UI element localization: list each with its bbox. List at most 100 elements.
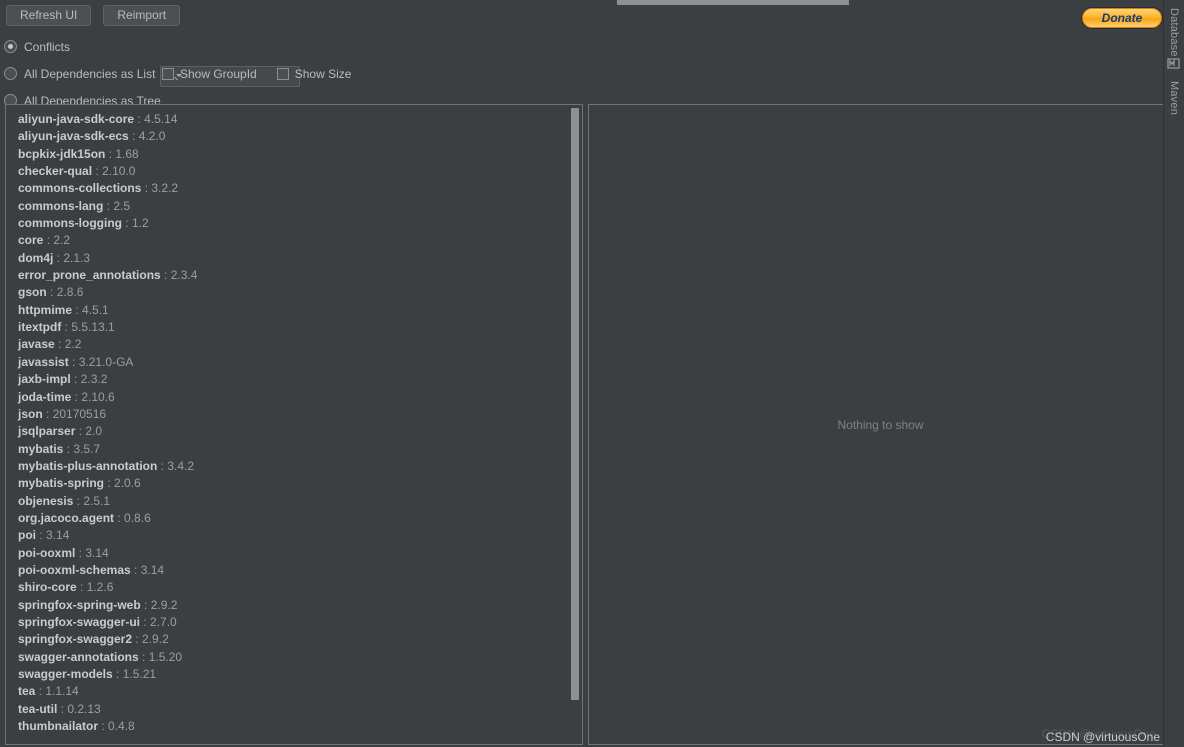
empty-state-message: Nothing to show	[837, 417, 924, 432]
refresh-ui-button[interactable]: Refresh UI	[6, 5, 92, 26]
dependency-list-item[interactable]: tea : 1.1.14	[18, 683, 570, 700]
dependency-list-item[interactable]: aliyun-java-sdk-core : 4.5.14	[18, 111, 570, 128]
dependency-list-item[interactable]: poi : 3.14	[18, 527, 570, 544]
checkbox-show-size[interactable]: Show Size	[276, 66, 352, 81]
dependency-list-item[interactable]: swagger-models : 1.5.21	[18, 666, 570, 683]
dependency-artifact-id: poi	[18, 528, 36, 543]
content-panes: aliyun-java-sdk-core : 4.5.14 aliyun-java…	[5, 104, 1173, 745]
toolbar-button-row: Refresh UI Reimport	[6, 5, 181, 26]
dependency-list-item[interactable]: dom4j : 2.1.3	[18, 250, 570, 267]
dependency-version: 2.3.2	[80, 372, 108, 387]
dependency-list-item[interactable]: json : 20170516	[18, 406, 570, 423]
dependency-artifact-id: commons-collections	[18, 181, 142, 196]
dependency-list-item[interactable]: objenesis : 2.5.1	[18, 493, 570, 510]
dependency-artifact-id: swagger-models	[18, 667, 113, 681]
dependency-list-item[interactable]: shiro-core : 1.2.6	[18, 579, 570, 596]
dependency-artifact-id: org.jacoco.agent	[18, 510, 115, 525]
dependency-version: 2.0	[85, 424, 103, 439]
dependency-separator: :	[63, 441, 74, 456]
dependency-artifact-id: checker-qual	[18, 164, 93, 179]
dependency-artifact-id: jsqlparser	[18, 424, 76, 439]
radio-conflicts[interactable]: Conflicts	[4, 40, 70, 54]
dependency-list-item[interactable]: mybatis-plus-annotation : 3.4.2	[18, 458, 570, 475]
dependency-separator: :	[138, 649, 149, 664]
dependency-list-item[interactable]: swagger-annotations : 1.5.20	[18, 649, 570, 666]
dependency-list-item[interactable]: bcpkix-jdk15on : 1.68	[18, 146, 570, 163]
dependency-artifact-id: shiro-core	[18, 580, 77, 595]
dependency-list-item[interactable]: commons-lang : 2.5	[18, 198, 570, 215]
dependency-list-item[interactable]: javase : 2.2	[18, 336, 570, 353]
dependency-separator: :	[122, 216, 133, 231]
reimport-button[interactable]: Reimport	[103, 5, 181, 26]
dependency-list-item[interactable]: mybatis : 3.5.7	[18, 441, 570, 458]
dependency-artifact-id: springfox-swagger-ui	[18, 614, 141, 629]
dependency-version: 2.7.0	[150, 614, 177, 629]
dependency-list-item[interactable]: mybatis-spring : 2.0.6	[18, 475, 570, 492]
dependency-list-item[interactable]: javassist : 3.21.0-GA	[18, 354, 570, 371]
dependency-version: 20170516	[52, 406, 107, 421]
dependency-version: 0.8.6	[124, 510, 151, 525]
donate-button[interactable]: Donate	[1082, 8, 1162, 28]
dependency-list-item[interactable]: poi-ooxml-schemas : 3.14	[18, 562, 570, 579]
tool-window-button-database[interactable]: Database	[1166, 5, 1182, 60]
checkbox-show-size-label: Show Size	[294, 66, 352, 81]
dependency-artifact-id: thumbnailator	[18, 719, 98, 734]
tool-window-button-maven[interactable]: Maven	[1166, 78, 1182, 118]
dependency-list-item[interactable]: joda-time : 2.10.6	[18, 389, 570, 406]
dependency-list-item[interactable]: error_prone_annotations : 2.3.4	[18, 267, 570, 284]
dependency-separator: :	[73, 493, 84, 508]
dependency-list[interactable]: aliyun-java-sdk-core : 4.5.14 aliyun-java…	[7, 106, 570, 743]
dependency-separator: :	[114, 510, 125, 525]
dependency-separator: :	[42, 406, 53, 421]
dependency-separator: :	[71, 389, 82, 404]
dependency-list-item[interactable]: springfox-swagger-ui : 2.7.0	[18, 614, 570, 631]
dependency-list-item[interactable]: tea-util : 0.2.13	[18, 701, 570, 718]
dependency-list-item[interactable]: poi-ooxml : 3.14	[18, 545, 570, 562]
dependency-separator: :	[92, 164, 103, 179]
dependency-version: 2.5	[113, 198, 131, 213]
dependency-version: 4.5.1	[82, 302, 109, 317]
dependency-list-item[interactable]: aliyun-java-sdk-ecs : 4.2.0	[18, 128, 570, 145]
dependency-artifact-id: poi-ooxml	[18, 545, 76, 560]
dependency-list-scrollbar-thumb[interactable]	[571, 108, 579, 700]
dependency-list-item[interactable]: commons-collections : 3.2.2	[18, 180, 570, 197]
dependency-separator: :	[134, 112, 145, 126]
maven-dependency-analyzer-window: Refresh UI Reimport Donate Conflicts All…	[0, 0, 1184, 747]
dependency-list-item[interactable]: httpmime : 4.5.1	[18, 302, 570, 319]
dependency-list-item[interactable]: org.jacoco.agent : 0.8.6	[18, 510, 570, 527]
checkbox-show-groupid[interactable]: Show GroupId	[162, 67, 257, 81]
dependency-list-item[interactable]: jsqlparser : 2.0	[18, 423, 570, 440]
dependency-list-item[interactable]: checker-qual : 2.10.0	[18, 163, 570, 180]
dependency-artifact-id: springfox-swagger2	[18, 632, 133, 647]
dependency-list-item[interactable]: itextpdf : 5.5.13.1	[18, 319, 570, 336]
dependency-artifact-id: core	[18, 233, 44, 248]
dependency-list-scrollbar-track[interactable]	[569, 106, 581, 744]
toolbar: Refresh UI Reimport Donate Conflicts All…	[0, 5, 1184, 108]
dependency-separator: :	[75, 545, 86, 560]
dependency-version: 2.1.3	[63, 250, 91, 265]
radio-dot-icon	[4, 40, 17, 53]
dependency-separator: :	[140, 597, 151, 612]
dependency-list-item[interactable]: springfox-swagger2 : 2.9.2	[18, 631, 570, 648]
dependency-list-item[interactable]: thumbnailator : 0.4.8	[18, 718, 570, 735]
dependency-list-item[interactable]: commons-logging : 1.2	[18, 215, 570, 232]
dependency-artifact-id: httpmime	[18, 302, 72, 317]
dependency-version: 2.9.2	[142, 632, 169, 647]
dependency-list-item[interactable]: springfox-spring-web : 2.9.2	[18, 597, 570, 614]
dependency-separator: :	[140, 614, 151, 629]
dependency-version: 3.5.7	[73, 441, 101, 456]
dependency-version: 2.2	[64, 337, 82, 352]
radio-all-dependencies-as-list[interactable]: All Dependencies as List	[4, 67, 155, 81]
dependency-list-item[interactable]: gson : 2.8.6	[18, 284, 570, 301]
dependency-version: 3.14	[85, 545, 109, 560]
dependency-version: 3.14	[46, 528, 70, 543]
dependency-list-item[interactable]: jaxb-impl : 2.3.2	[18, 371, 570, 388]
dependency-artifact-id: swagger-annotations	[18, 649, 139, 664]
dependency-separator: :	[43, 233, 54, 248]
dependency-artifact-id: joda-time	[18, 389, 72, 404]
dependency-artifact-id: tea	[18, 684, 36, 699]
dependency-version: 2.10.0	[102, 164, 136, 179]
dependency-list-item[interactable]: core : 2.2	[18, 232, 570, 249]
dependency-artifact-id: objenesis	[18, 493, 74, 508]
dependency-separator: :	[61, 320, 72, 335]
